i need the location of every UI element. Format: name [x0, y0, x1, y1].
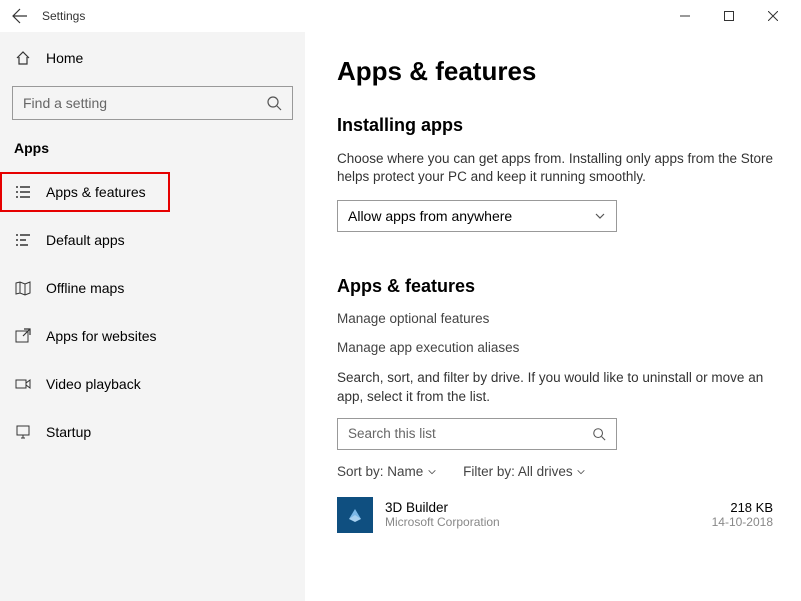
app-name: 3D Builder: [385, 500, 500, 515]
search-apps-input[interactable]: [348, 426, 592, 441]
sidebar-item-apps-features[interactable]: Apps & features: [0, 172, 170, 212]
sidebar-item-label: Apps for websites: [46, 328, 157, 344]
sort-by-button[interactable]: Sort by: Name: [337, 464, 437, 479]
filter-value: All drives: [518, 464, 573, 479]
chevron-down-icon: [427, 467, 437, 477]
map-icon: [14, 279, 32, 297]
window-controls: [663, 1, 795, 31]
minimize-button[interactable]: [663, 1, 707, 31]
maximize-icon: [724, 11, 734, 21]
install-source-dropdown[interactable]: Allow apps from anywhere: [337, 200, 617, 232]
list-icon: [14, 183, 32, 201]
sidebar-item-startup[interactable]: Startup: [0, 412, 305, 452]
sidebar-item-default-apps[interactable]: Default apps: [0, 220, 305, 260]
link-execution-aliases[interactable]: Manage app execution aliases: [337, 340, 783, 355]
maximize-button[interactable]: [707, 1, 751, 31]
sort-filter-row: Sort by: Name Filter by: All drives: [337, 464, 783, 479]
minimize-icon: [680, 11, 690, 21]
open-external-icon: [14, 327, 32, 345]
sidebar-item-offline-maps[interactable]: Offline maps: [0, 268, 305, 308]
search-icon: [266, 95, 282, 111]
search-apps-box[interactable]: [337, 418, 617, 450]
filter-by-button[interactable]: Filter by: All drives: [463, 464, 586, 479]
sort-label: Sort by:: [337, 464, 384, 479]
back-button[interactable]: [6, 2, 34, 30]
home-label: Home: [46, 50, 83, 66]
sidebar-group-label: Apps: [0, 130, 305, 172]
section-apps-features: Apps & features: [337, 276, 783, 297]
titlebar: Settings: [0, 0, 801, 32]
sidebar-item-label: Video playback: [46, 376, 141, 392]
apps-list-desc: Search, sort, and filter by drive. If yo…: [337, 369, 783, 405]
find-setting-search[interactable]: [12, 86, 293, 120]
close-icon: [768, 11, 778, 21]
video-icon: [14, 375, 32, 393]
app-icon: [337, 497, 373, 533]
defaults-icon: [14, 231, 32, 249]
filter-label: Filter by:: [463, 464, 515, 479]
sidebar-item-label: Startup: [46, 424, 91, 440]
dropdown-value: Allow apps from anywhere: [348, 208, 594, 224]
installing-apps-desc: Choose where you can get apps from. Inst…: [337, 150, 783, 186]
app-size: 218 KB: [712, 500, 773, 515]
app-date: 14-10-2018: [712, 515, 773, 529]
app-list-item[interactable]: 3D Builder Microsoft Corporation 218 KB …: [337, 497, 783, 533]
home-icon: [14, 50, 32, 66]
sidebar-item-label: Apps & features: [46, 184, 146, 200]
app-meta: 3D Builder Microsoft Corporation: [385, 500, 500, 529]
startup-icon: [14, 423, 32, 441]
window-title: Settings: [42, 9, 85, 23]
app-size-date: 218 KB 14-10-2018: [712, 500, 783, 529]
chevron-down-icon: [594, 210, 606, 222]
sidebar-item-label: Offline maps: [46, 280, 124, 296]
home-nav[interactable]: Home: [0, 38, 305, 78]
page-title: Apps & features: [337, 56, 783, 87]
section-installing-apps: Installing apps: [337, 115, 783, 136]
sort-value: Name: [387, 464, 423, 479]
app-publisher: Microsoft Corporation: [385, 515, 500, 529]
sidebar: Home Apps Apps & features Default apps O…: [0, 32, 305, 601]
sidebar-item-video-playback[interactable]: Video playback: [0, 364, 305, 404]
sidebar-item-label: Default apps: [46, 232, 125, 248]
close-button[interactable]: [751, 1, 795, 31]
find-setting-input[interactable]: [23, 95, 266, 111]
link-optional-features[interactable]: Manage optional features: [337, 311, 783, 326]
search-icon: [592, 427, 606, 441]
chevron-down-icon: [576, 467, 586, 477]
arrow-left-icon: [12, 8, 28, 24]
sidebar-item-apps-for-websites[interactable]: Apps for websites: [0, 316, 305, 356]
main-content: Apps & features Installing apps Choose w…: [305, 32, 801, 601]
